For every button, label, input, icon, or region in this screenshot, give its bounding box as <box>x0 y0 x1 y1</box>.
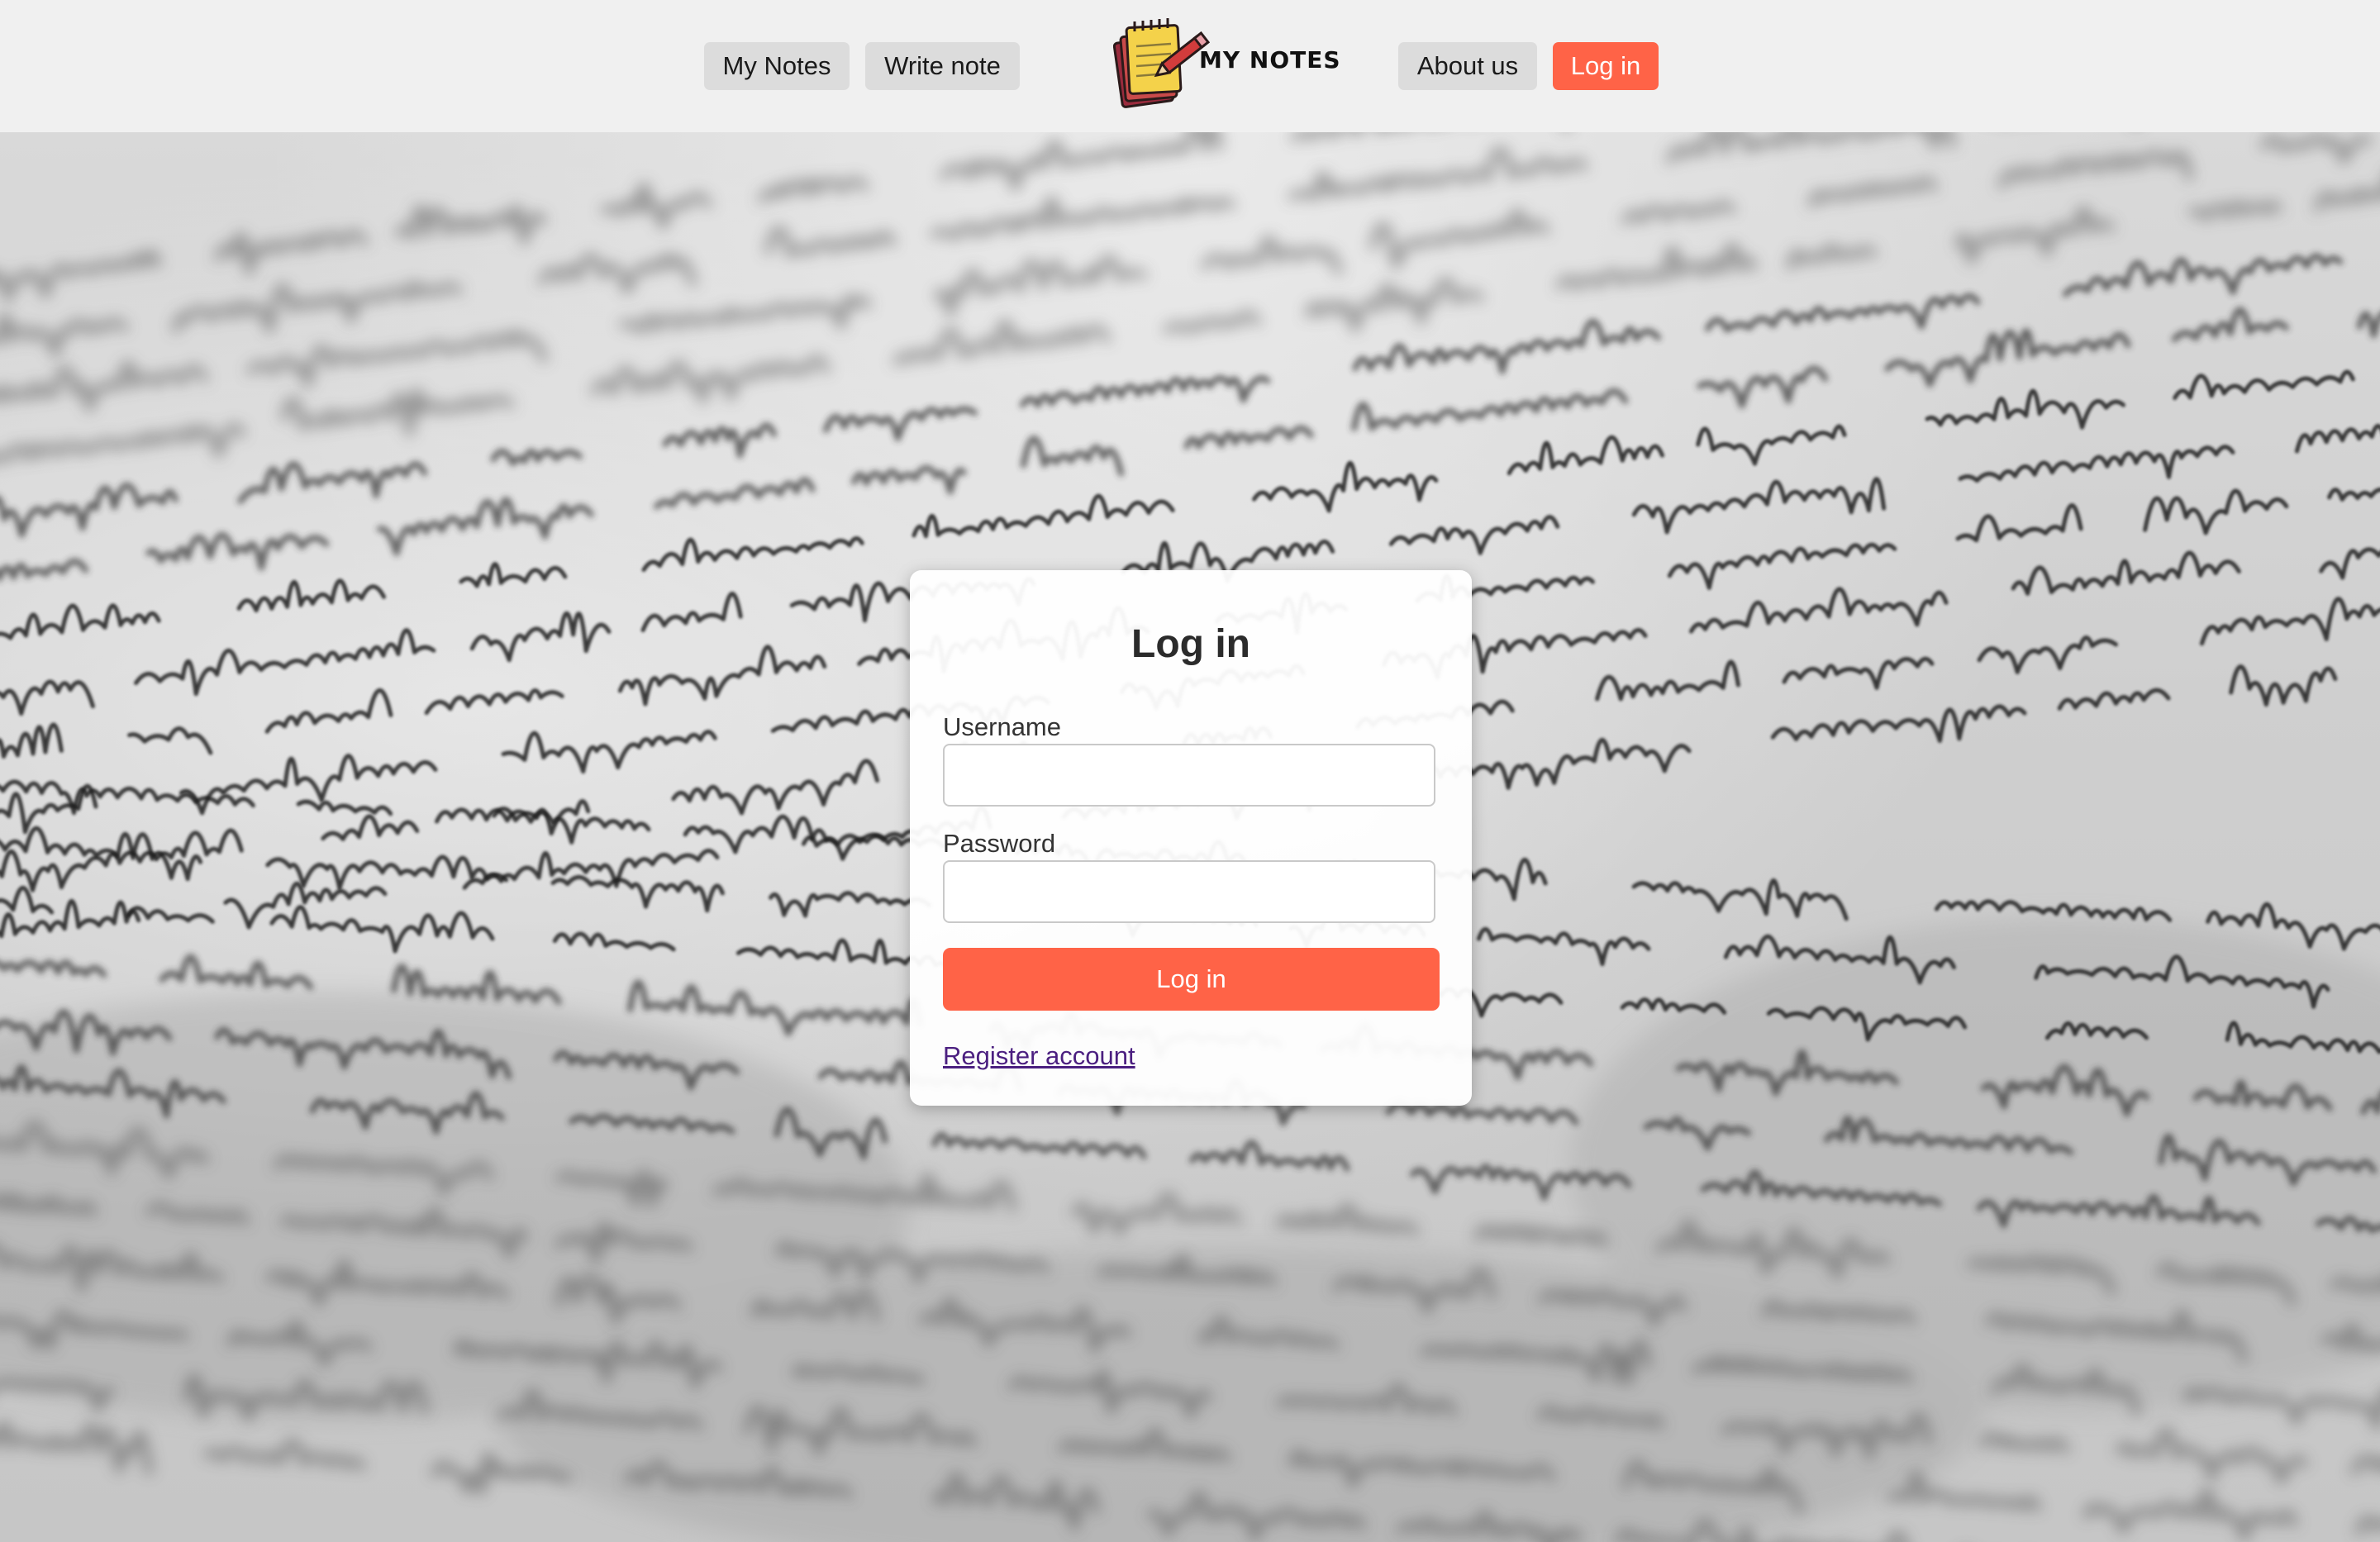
nav-log-in-button[interactable]: Log in <box>1553 42 1659 90</box>
login-card: Log in Username Password Log in Register… <box>910 570 1472 1106</box>
nav-write-note-button[interactable]: Write note <box>865 42 1020 90</box>
password-input[interactable] <box>943 860 1435 923</box>
nav-my-notes-button[interactable]: My Notes <box>704 42 850 90</box>
log-in-submit-button[interactable]: Log in <box>943 948 1440 1011</box>
register-account-link[interactable]: Register account <box>943 1041 1135 1071</box>
username-input[interactable] <box>943 744 1435 807</box>
logo-text: MY NOTES <box>1199 45 1341 74</box>
site-logo[interactable]: MY NOTES <box>1113 15 1340 111</box>
nav-about-us-button[interactable]: About us <box>1398 42 1537 90</box>
login-title: Log in <box>1131 622 1250 666</box>
site-header: My Notes Write note MY NOTES About us Lo… <box>0 0 2380 132</box>
username-label: Username <box>943 712 1061 741</box>
password-label: Password <box>943 829 1056 858</box>
